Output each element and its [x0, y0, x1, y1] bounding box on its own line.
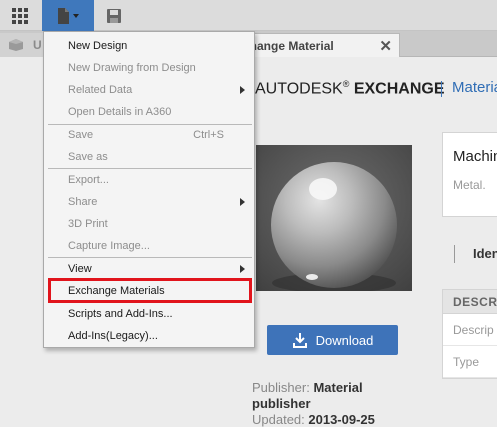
cube-icon: [9, 39, 23, 51]
brand-autodesk: AUTODESK: [255, 80, 343, 98]
brand-registered: ®: [342, 79, 350, 89]
menu-item-label: Related Data: [68, 84, 133, 96]
menu-item-label: 3D Print: [68, 218, 108, 230]
menu-item-label: New Drawing from Design: [68, 62, 196, 74]
publisher-info: Publisher: Material publisher Updated: 2…: [252, 380, 382, 427]
brand-exchange: EXCHANGE: [353, 80, 445, 98]
menu-item-capture-image[interactable]: Capture Image...: [44, 235, 254, 257]
autodesk-exchange-logo: AUTODESK® EXCHANGE: [255, 79, 445, 98]
tab-exchange-material-label: change Material: [243, 39, 334, 53]
menu-item-label: Save: [68, 129, 94, 141]
publisher-label: Publisher:: [252, 380, 310, 395]
table-row: Descrip: [443, 314, 497, 346]
menu-item-label: Export...: [68, 174, 109, 186]
download-label: Download: [315, 332, 374, 348]
top-toolbar: [0, 0, 497, 31]
menu-item-new-drawing[interactable]: New Drawing from Design: [44, 57, 254, 79]
menu-item-3d-print[interactable]: 3D Print: [44, 213, 254, 235]
download-icon: [292, 333, 307, 348]
updated-label: Updated:: [252, 412, 305, 427]
menu-item-view[interactable]: View: [44, 258, 254, 280]
tab-untitled-label: U: [33, 38, 42, 52]
submenu-arrow-icon: [240, 198, 245, 206]
file-menu-button[interactable]: [42, 0, 94, 31]
description-table: DESCR Descrip Type: [442, 289, 497, 379]
table-header: DESCR: [443, 290, 497, 314]
menu-item-label: Open Details in A360: [68, 106, 172, 118]
menu-item-shortcut: Ctrl+S: [193, 129, 224, 141]
exchange-materials-highlight: [48, 278, 252, 303]
brand-divider: [441, 81, 442, 97]
menu-item-label: View: [68, 263, 92, 275]
updated-value: 2013-09-25: [308, 412, 375, 427]
menu-item-save-as[interactable]: Save as: [44, 146, 254, 168]
tab-exchange-material[interactable]: change Material ✕: [236, 33, 400, 58]
app-window: U change Material ✕ AUTODESK® EXCHANGE M…: [0, 0, 497, 427]
menu-item-share[interactable]: Share: [44, 191, 254, 213]
menu-item-open-details[interactable]: Open Details in A360: [44, 101, 254, 123]
menu-item-label: Add-Ins(Legacy)...: [68, 330, 158, 342]
menu-item-label: Share: [68, 196, 98, 208]
material-preview-image: [256, 145, 412, 291]
menu-item-label: Save as: [68, 151, 108, 163]
menu-item-add-ins-legacy[interactable]: Add-Ins(Legacy)...: [44, 325, 254, 347]
menu-item-label: Capture Image...: [68, 240, 150, 252]
save-button[interactable]: [96, 0, 132, 31]
menu-item-save[interactable]: Save Ctrl+S: [44, 124, 254, 146]
menu-item-new-design[interactable]: New Design: [44, 35, 254, 57]
material-title-card: Machin Metal.: [442, 132, 497, 217]
table-row: Type: [443, 346, 497, 378]
close-icon[interactable]: ✕: [379, 37, 392, 55]
download-button[interactable]: Download: [267, 325, 398, 355]
submenu-arrow-icon: [240, 86, 245, 94]
material-category: Metal.: [453, 178, 486, 192]
save-icon: [107, 8, 121, 23]
menu-item-label: Scripts and Add-Ins...: [68, 308, 173, 320]
identity-divider: [454, 245, 455, 263]
identity-tab[interactable]: Iden: [473, 246, 497, 261]
material-title: Machin: [453, 148, 497, 165]
file-icon: [58, 7, 79, 24]
submenu-arrow-icon: [240, 265, 245, 273]
grid-icon: [12, 7, 28, 24]
menu-item-related-data[interactable]: Related Data: [44, 79, 254, 101]
menu-item-export[interactable]: Export...: [44, 169, 254, 191]
app-grid-button[interactable]: [0, 0, 40, 31]
menu-item-label: New Design: [68, 40, 128, 52]
materials-nav-link[interactable]: Materia: [452, 79, 497, 96]
menu-item-scripts-add-ins[interactable]: Scripts and Add-Ins...: [44, 303, 254, 325]
